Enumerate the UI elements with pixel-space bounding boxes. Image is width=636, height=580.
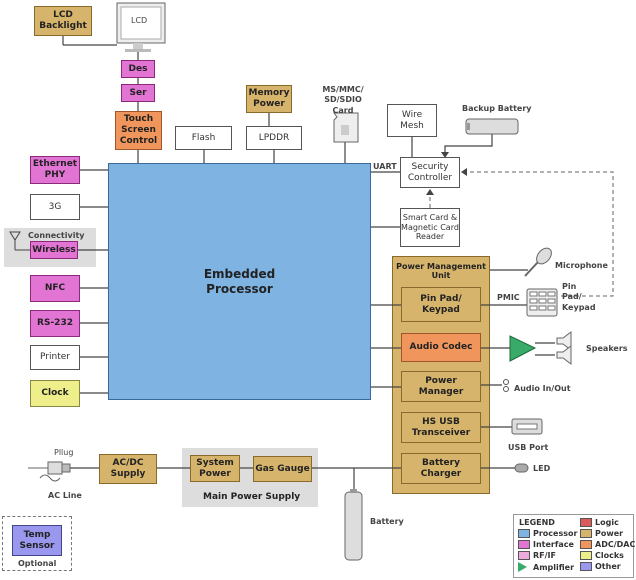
legend-item-rf-if: RF/IF [518,551,556,560]
lcd-label: LCD [131,16,148,25]
ac-line-label: AC Line [48,491,82,500]
legend-item-logic: Logic [580,518,619,527]
backup-battery-label: Backup Battery [462,104,532,113]
plug-label: Pllug [54,448,74,457]
rs232-box: RS-232 [30,310,80,337]
flash-box: Flash [175,126,232,150]
audio-codec-box: Audio Codec [401,333,481,362]
embedded-processor-box: Embedded Processor [108,163,371,400]
legend-item-other: Other [580,562,621,571]
printer-box: Printer [30,345,80,370]
wire-mesh-box: Wire Mesh [387,104,437,137]
speaker-icon [556,331,572,365]
power-manager-box: Power Manager [401,371,481,402]
legend: LEGEND Processor Interface RF/IF Amplifi… [513,514,635,578]
connectivity-label: Connectivity [28,231,85,240]
pmic-label: PMIC [497,293,520,302]
speakers-label: Speakers [586,344,628,353]
legend-item-adc-dac: ADC/DAC [580,540,635,549]
ser-box: Ser [121,84,155,102]
led-label: LED [533,464,551,473]
legend-item-power: Power [580,529,623,538]
memory-power-box: Memory Power [246,85,292,113]
optional-label: Optional [18,559,57,568]
pmu-label: Power Management Unit [396,262,486,280]
audio-in-out-label: Audio In/Out [514,384,571,393]
security-controller-box: Security Controller [400,157,460,188]
hs-usb-transceiver-box: HS USB Transceiver [401,412,481,443]
legend-item-processor: Processor [518,529,577,538]
sd-card-icon [333,112,359,143]
legend-item-amplifier: Amplifier [518,562,574,572]
microphone-icon [524,247,552,277]
legend-title: LEGEND [519,518,555,527]
usb-port-icon [511,418,543,435]
amplifier-icon [509,335,537,362]
audio-jack-icon [503,379,509,392]
3g-box: 3G [30,194,80,220]
card-label: MS/MMC/ SD/SDIO Card [322,85,364,115]
backup-battery-icon [465,118,519,135]
battery-charger-box: Battery Charger [401,453,481,484]
main-power-supply-label: Main Power Supply [203,492,301,502]
gas-gauge-box: Gas Gauge [253,456,312,482]
pin-pad-keypad-label: Pin Pad/ Keypad [562,282,596,312]
uart-label: UART [373,162,397,171]
keypad-icon [526,288,558,317]
touch-screen-control-box: Touch Screen Control [115,111,162,150]
pin-pad-keypad-box: Pin Pad/ Keypad [401,287,481,322]
clock-box: Clock [30,380,80,407]
led-icon [514,463,529,473]
legend-item-interface: Interface [518,540,574,549]
antenna-icon [9,231,30,251]
ethernet-phy-box: Ethernet PHY [30,156,80,184]
smart-card-reader-box: Smart Card & Magnetic Card Reader [400,208,460,247]
plug-icon [28,461,71,482]
lpddr-box: LPDDR [246,126,302,150]
lcd-backlight-box: LCD Backlight [34,6,92,36]
battery-label: Battery [370,517,404,526]
microphone-label: Microphone [555,261,608,270]
ac-dc-supply-box: AC/DC Supply [99,454,157,484]
lcd-monitor-icon [116,2,166,52]
system-power-box: System Power [190,455,240,482]
des-box: Des [121,60,155,78]
nfc-box: NFC [30,275,80,302]
legend-item-clocks: Clocks [580,551,624,560]
temp-sensor-box: Temp Sensor [12,525,62,556]
battery-icon [344,489,363,561]
usb-port-label: USB Port [508,443,549,452]
wireless-box: Wireless [30,241,78,259]
